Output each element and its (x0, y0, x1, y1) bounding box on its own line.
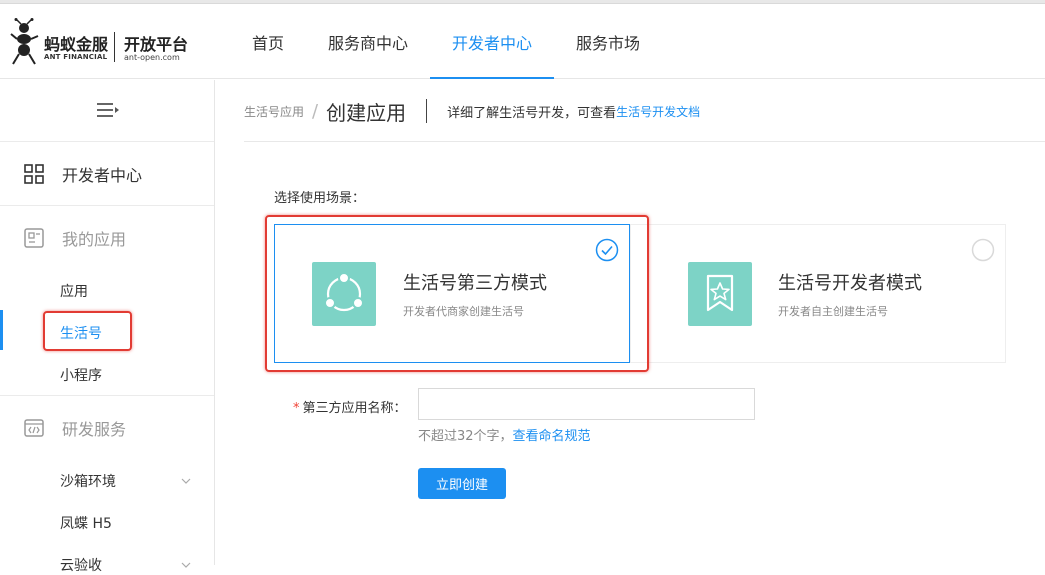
app-name-label: * 第三方应用名称： (293, 397, 407, 416)
chevron-down-icon[interactable] (180, 476, 192, 486)
star-badge-icon (706, 274, 734, 312)
sidebar-subitem-cloud-acceptance[interactable]: 云验收 (60, 555, 102, 575)
nav-home[interactable]: 首页 (230, 4, 306, 79)
sidebar-item-label: 我的应用 (62, 230, 127, 249)
app-name-label-text: 第三方应用名称： (302, 401, 407, 416)
code-window-icon (24, 419, 44, 437)
naming-rules-link[interactable]: 查看命名规范 (513, 429, 591, 444)
title-divider (426, 99, 428, 123)
nav-service-market[interactable]: 服务市场 (554, 4, 662, 79)
sidebar-subitem-miniprogram[interactable]: 小程序 (60, 365, 102, 385)
sidebar-item-label: 研发服务 (62, 420, 127, 439)
nav-developer-center[interactable]: 开发者中心 (430, 4, 555, 79)
sidebar-divider (0, 395, 214, 396)
required-mark: * (293, 401, 300, 416)
nav-provider-center[interactable]: 服务商中心 (306, 4, 430, 79)
ant-logo-icon (10, 18, 39, 65)
sidebar-divider (0, 205, 214, 206)
create-button[interactable]: 立即创建 (418, 468, 506, 499)
scene-label: 选择使用场景： (274, 191, 366, 206)
grid-icon (24, 164, 44, 184)
breadcrumb-separator: / (312, 100, 319, 122)
radio-circle-icon (971, 238, 995, 262)
app-card-icon (24, 228, 44, 248)
logo-divider (114, 32, 115, 62)
sidebar-item-my-apps[interactable]: 我的应用 (0, 226, 214, 250)
scene-card-developer[interactable]: 生活号开发者模式 开发者自主创建生活号 (630, 224, 1006, 363)
highlight-box-card (265, 215, 649, 372)
card-title: 生活号开发者模式 (778, 273, 922, 294)
sidebar-item-dev-services[interactable]: 研发服务 (0, 416, 214, 440)
brand-name-cn: 蚂蚁金服 (44, 35, 109, 54)
menu-collapse-icon[interactable] (95, 100, 121, 120)
sidebar-divider (0, 141, 214, 142)
brand-name-en: ANT FINANCIAL (44, 53, 108, 61)
active-indicator (0, 310, 3, 350)
docs-link[interactable]: 生活号开发文档 (616, 103, 700, 120)
sidebar-item-developer-center[interactable]: 开发者中心 (0, 162, 214, 186)
breadcrumb-parent[interactable]: 生活号应用 (244, 103, 304, 120)
sidebar-item-label: 开发者中心 (62, 166, 143, 185)
card-icon-box (688, 262, 752, 326)
highlight-box-sidebar (43, 311, 132, 351)
page-description: 详细了解生活号开发，可查看 (447, 105, 617, 121)
sidebar-subitem-sandbox[interactable]: 沙箱环境 (60, 471, 116, 491)
main-content: 生活号应用 / 创建应用 详细了解生活号开发，可查看 生活号开发文档 选择使用场… (216, 80, 1045, 565)
site-logo[interactable]: 蚂蚁金服 ANT FINANCIAL 开放平台 ant-open.com (10, 18, 200, 68)
sidebar: 开发者中心 我的应用 应用 生活号 小程序 研发服务 沙箱环境 凤蝶 H5 云验… (0, 80, 215, 574)
help-text: 不超过32个字， (418, 429, 513, 444)
sidebar-subitem-app[interactable]: 应用 (60, 281, 88, 301)
platform-name-cn: 开放平台 (124, 35, 189, 54)
breadcrumb: 生活号应用 / 创建应用 详细了解生活号开发，可查看 生活号开发文档 (244, 98, 700, 125)
app-name-input[interactable] (418, 388, 755, 420)
platform-domain: ant-open.com (124, 53, 180, 62)
app-name-help: 不超过32个字，查看命名规范 (418, 425, 591, 444)
chevron-down-icon[interactable] (180, 560, 192, 570)
page-title: 创建应用 (326, 100, 407, 125)
top-header: 蚂蚁金服 ANT FINANCIAL 开放平台 ant-open.com 首页 … (0, 4, 1045, 79)
content-divider (244, 141, 1045, 142)
card-desc: 开发者自主创建生活号 (778, 305, 888, 318)
top-nav: 首页 服务商中心 开发者中心 服务市场 (230, 4, 662, 79)
sidebar-subitem-fengdie[interactable]: 凤蝶 H5 (60, 513, 112, 533)
